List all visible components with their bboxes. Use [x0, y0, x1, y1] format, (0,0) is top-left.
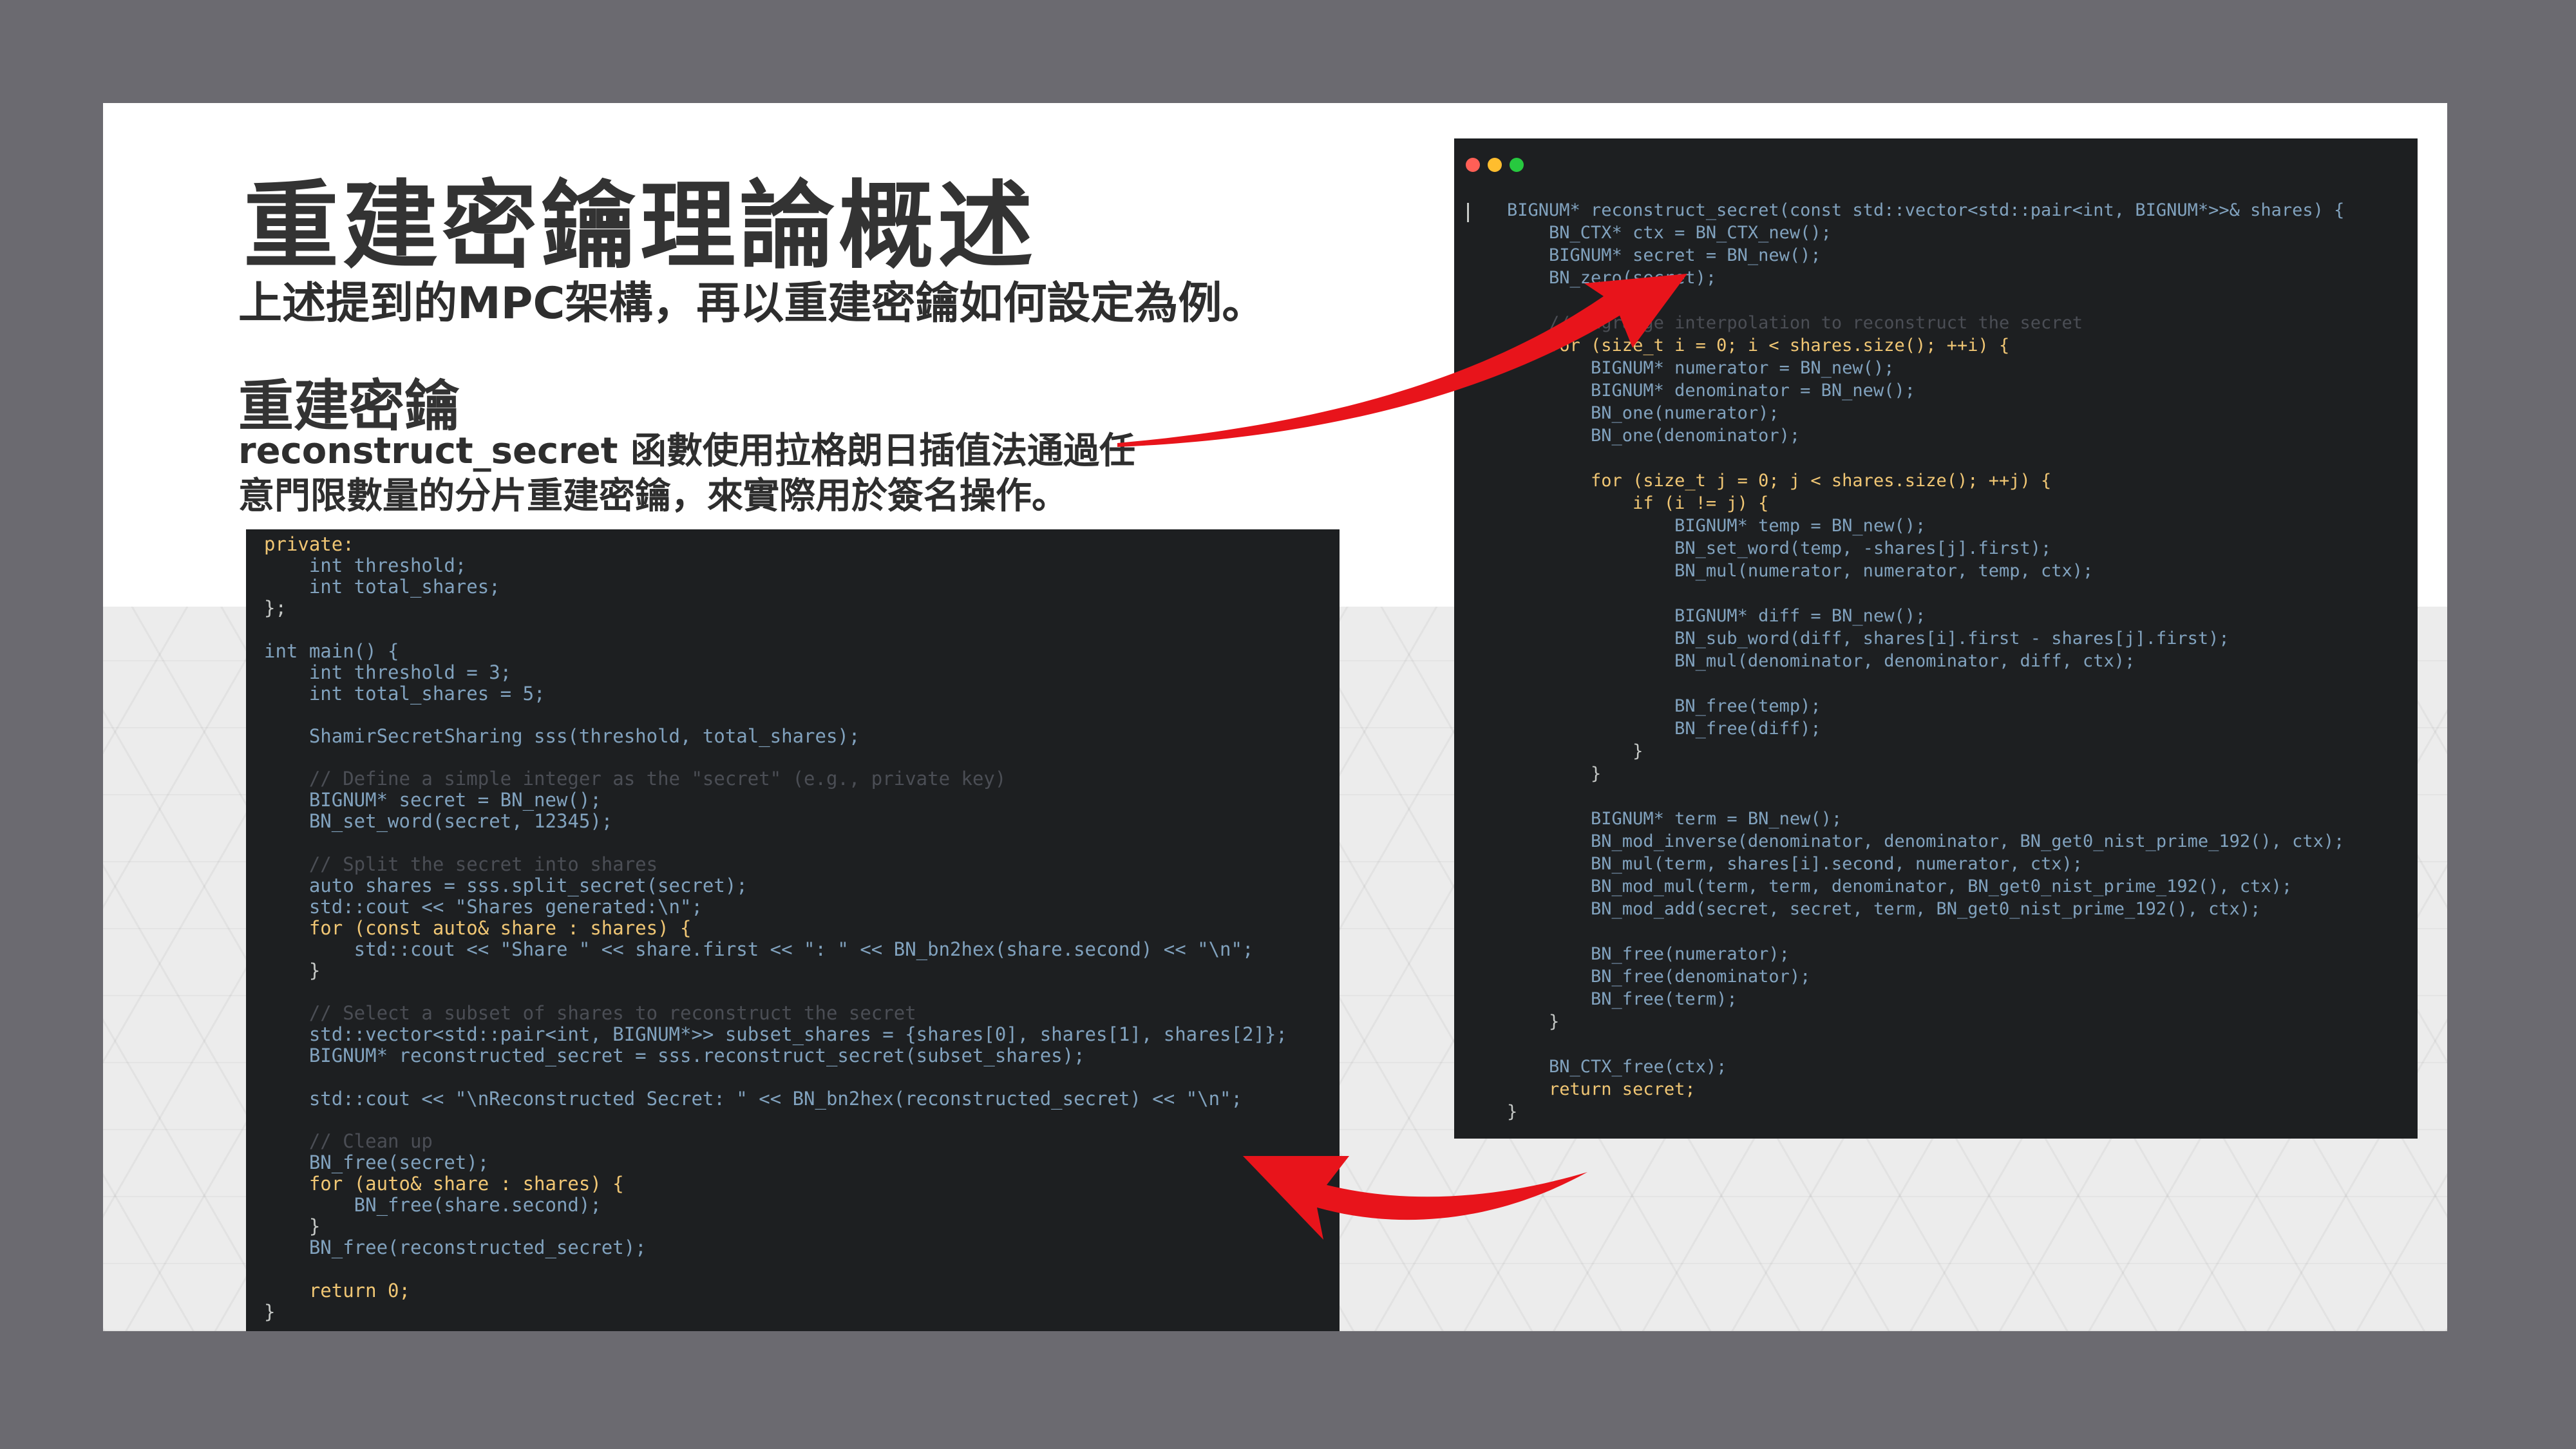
code-line: BN_free(reconstructed_secret);: [264, 1236, 647, 1259]
code-line: // Define a simple integer as the "secre…: [264, 768, 1007, 790]
code-line: BN_free(secret);: [264, 1151, 489, 1173]
code-line: int threshold = 3;: [264, 661, 512, 683]
code-line: BN_mul(denominator, denominator, diff, c…: [1507, 651, 2136, 671]
window-maximize-dot-icon: [1510, 158, 1524, 172]
code-line: BN_one(denominator);: [1507, 426, 1801, 446]
code-line: BN_mul(numerator, numerator, temp, ctx);: [1507, 561, 2094, 581]
code-line: BIGNUM* term = BN_new();: [1507, 809, 1842, 829]
window-close-dot-icon: [1466, 158, 1480, 172]
code-line: BN_set_word(secret, 12345);: [264, 810, 613, 833]
code-line: }: [1507, 764, 1602, 784]
code-line: BN_free(numerator);: [1507, 944, 1790, 964]
code-line: if (i != j) {: [1507, 493, 1769, 513]
code-line: BN_free(share.second);: [264, 1194, 601, 1217]
code-line: std::cout << "\nReconstructed Secret: " …: [264, 1087, 1242, 1110]
code-line: BN_mul(term, shares[i].second, numerator…: [1507, 854, 2083, 874]
text-cursor-icon: [1467, 203, 1469, 222]
main-function-code-panel: private: int threshold; int total_shares…: [246, 529, 1340, 1331]
code-line: }: [1507, 1102, 1518, 1122]
description-line: 意門限數量的分片重建密鑰，來實際用於簽名操作。: [238, 475, 1068, 517]
code-line: int main() {: [264, 639, 399, 662]
code-line: BIGNUM* diff = BN_new();: [1507, 606, 1926, 626]
slide-subtitle: 上述提到的MPC架構，再以重建密鑰如何設定為例。: [238, 278, 1266, 329]
code-line: int threshold;: [264, 554, 467, 577]
code-line: }: [264, 1215, 321, 1238]
code-line: }: [1507, 1012, 1560, 1032]
code-line: std::cout << "Share " << share.first << …: [264, 938, 1254, 960]
code-line: return secret;: [1507, 1079, 1696, 1099]
code-line: for (size_t i = 0; i < shares.size(); ++…: [1507, 336, 2010, 355]
code-line: BN_CTX* ctx = BN_CTX_new();: [1507, 223, 1832, 243]
code-line: // Split the secret into shares: [264, 853, 658, 875]
code-line: private:: [264, 533, 354, 555]
code-line: }: [1507, 741, 1643, 761]
code-line: BIGNUM* temp = BN_new();: [1507, 516, 1926, 536]
code-line: ShamirSecretSharing sss(threshold, total…: [264, 724, 860, 747]
code-line: BN_one(numerator);: [1507, 403, 1779, 423]
code-line: // Clean up: [264, 1130, 433, 1152]
code-line: BN_set_word(temp, -shares[j].first);: [1507, 538, 2052, 558]
code-line: auto shares = sss.split_secret(secret);: [264, 874, 748, 896]
code-line: BIGNUM* reconstructed_secret = sss.recon…: [264, 1045, 1085, 1067]
code-line: // Select a subset of shares to reconstr…: [264, 1002, 916, 1025]
code-line: BIGNUM* reconstruct_secret(const std::ve…: [1507, 200, 2345, 220]
code-line: BN_mod_add(secret, secret, term, BN_get0…: [1507, 899, 2261, 919]
code-line: int total_shares = 5;: [264, 682, 545, 705]
code-line: BN_free(temp);: [1507, 696, 1821, 716]
code-line: std::vector<std::pair<int, BIGNUM*>> sub…: [264, 1023, 1287, 1046]
code-line: BIGNUM* denominator = BN_new();: [1507, 381, 1915, 401]
code-line: BN_sub_word(diff, shares[i].first - shar…: [1507, 629, 2230, 649]
reconstruct-secret-code-panel: BIGNUM* reconstruct_secret(const std::ve…: [1454, 138, 2418, 1139]
code-line: BN_zero(secret);: [1507, 268, 1717, 288]
code-line: BIGNUM* secret = BN_new();: [264, 789, 601, 811]
code-line: for (const auto& share : shares) {: [264, 916, 692, 939]
code-line: int total_shares;: [264, 576, 500, 598]
code-line: BN_mod_mul(term, term, denominator, BN_g…: [1507, 876, 2293, 896]
code-line: BIGNUM* secret = BN_new();: [1507, 245, 1821, 265]
code-line: for (auto& share : shares) {: [264, 1173, 624, 1195]
code-line: BN_mod_inverse(denominator, denominator,…: [1507, 831, 2345, 851]
code-line: BN_free(denominator);: [1507, 967, 1811, 987]
code-line: BN_CTX_free(ctx);: [1507, 1057, 1727, 1077]
code-line: };: [264, 597, 287, 620]
code-line: BIGNUM* numerator = BN_new();: [1507, 358, 1895, 378]
window-minimize-dot-icon: [1488, 158, 1502, 172]
slide-title: 重建密鑰理論概述: [243, 171, 1037, 281]
code-line: std::cout << "Shares generated:\n";: [264, 895, 703, 918]
code-line: return 0;: [264, 1279, 410, 1302]
description-line: reconstruct_secret 函數使用拉格朗日插值法通過任: [238, 430, 1136, 472]
code-line: }: [264, 960, 321, 981]
code-line: // Lagrange interpolation to reconstruct…: [1507, 313, 2083, 333]
code-line: for (size_t j = 0; j < shares.size(); ++…: [1507, 471, 2052, 491]
code-line: BN_free(term);: [1507, 989, 1738, 1009]
code-line: BN_free(diff);: [1507, 719, 1821, 739]
slide: 重建密鑰理論概述 上述提到的MPC架構，再以重建密鑰如何設定為例。 重建密鑰 r…: [103, 103, 2447, 1331]
code-line: }: [264, 1300, 276, 1323]
